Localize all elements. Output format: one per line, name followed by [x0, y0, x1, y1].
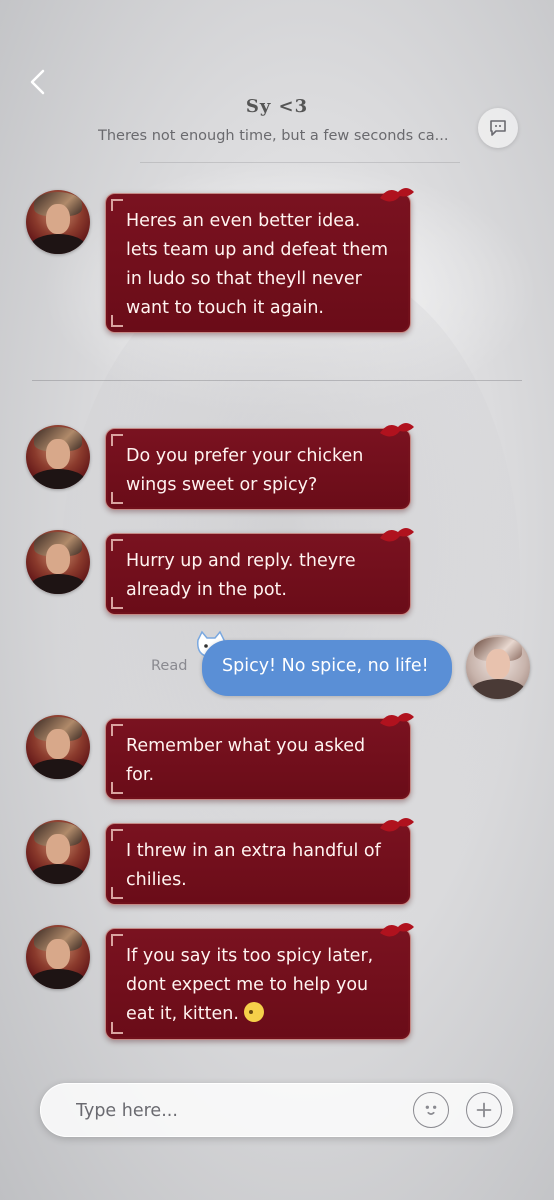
avatar[interactable] — [26, 820, 90, 884]
message-bubble: Heres an even better idea. lets team up … — [105, 188, 414, 333]
section-divider — [32, 380, 522, 381]
read-status: Read — [151, 658, 188, 674]
page-subtitle: Theres not enough time, but a few second… — [98, 128, 449, 144]
chat-options-icon — [490, 120, 506, 136]
user-message-bubble: Spicy! No spice, no life! — [202, 640, 452, 696]
rose-icon — [380, 818, 414, 832]
page-title: Sy <3 — [245, 96, 309, 117]
chat-header: Sy <3 Theres not enough time, but a few … — [0, 0, 554, 170]
avatar[interactable] — [26, 925, 90, 989]
message-text: Spicy! No spice, no life! — [222, 656, 429, 676]
user-avatar[interactable] — [466, 635, 530, 699]
emoji-icon — [425, 1105, 437, 1115]
message-text: Heres an even better idea. lets team up … — [126, 211, 389, 318]
plus-icon — [476, 1102, 492, 1118]
smile-emoji-icon — [244, 1002, 265, 1022]
header-divider — [140, 162, 460, 163]
message-bubble: Hurry up and reply. theyre already in th… — [105, 528, 414, 615]
rose-icon — [380, 423, 414, 437]
message-bubble: If you say its too spicy later, dont exp… — [105, 923, 414, 1040]
chat-options-button[interactable] — [478, 108, 518, 148]
message-bubble: I threw in an extra handful of chilies. — [105, 818, 414, 905]
avatar[interactable] — [26, 425, 90, 489]
back-button[interactable] — [22, 66, 54, 98]
avatar[interactable] — [26, 715, 90, 779]
emoji-button[interactable] — [413, 1092, 449, 1128]
avatar[interactable] — [26, 530, 90, 594]
message-input-bar — [40, 1083, 513, 1137]
message-text: Hurry up and reply. theyre already in th… — [126, 551, 356, 600]
message-bubble: Do you prefer your chicken wings sweet o… — [105, 423, 414, 510]
chevron-left-icon — [30, 69, 45, 95]
message-text: Do you prefer your chicken wings sweet o… — [126, 446, 364, 495]
rose-icon — [380, 188, 414, 202]
avatar[interactable] — [26, 190, 90, 254]
rose-icon — [380, 923, 414, 937]
message-bubble: Remember what you asked for. — [105, 713, 414, 800]
message-text: Remember what you asked for. — [126, 736, 366, 785]
add-button[interactable] — [466, 1092, 502, 1128]
message-input[interactable] — [74, 1095, 398, 1127]
message-text: I threw in an extra handful of chilies. — [126, 841, 381, 890]
rose-icon — [380, 528, 414, 542]
rose-icon — [380, 713, 414, 727]
